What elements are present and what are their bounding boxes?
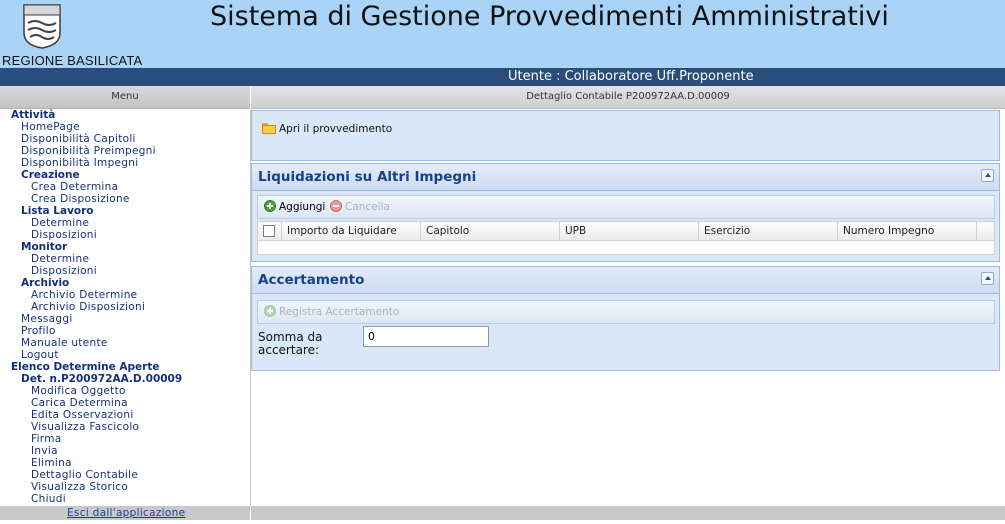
delete-button-label: Cancella: [345, 201, 390, 213]
column-importo[interactable]: Importo da Liquidare: [282, 222, 421, 240]
menu-item-profilo[interactable]: Profilo: [21, 325, 56, 337]
menu-item-disponibilita-preimpegni[interactable]: Disponibilità Preimpegni: [21, 145, 156, 157]
menu-item-archivio-determine[interactable]: Archivio Determine: [31, 289, 137, 301]
column-capitolo[interactable]: Capitolo: [421, 222, 560, 240]
collapse-icon[interactable]: [981, 169, 994, 182]
current-user-label: Utente : Collaboratore Uff.Proponente: [508, 69, 754, 84]
somma-label: Somma da accertare:: [258, 330, 323, 357]
liquidazioni-grid-body: [257, 241, 995, 255]
menu-item-disponibilita-capitoli[interactable]: Disponibilità Capitoli: [21, 133, 136, 145]
menu-item-lista-determine[interactable]: Determine: [31, 217, 89, 229]
menu-item-disponibilita-impegni[interactable]: Disponibilità Impegni: [21, 157, 138, 169]
column-spacer: [977, 222, 994, 240]
select-all-column: [258, 222, 282, 240]
menu-item-elimina[interactable]: Elimina: [31, 457, 72, 469]
open-document-button[interactable]: Apri il provvedimento: [262, 123, 392, 135]
accertamento-toolbar: Registra Accertamento: [257, 300, 995, 324]
app-title: Sistema di Gestione Provvedimenti Ammini…: [210, 1, 889, 32]
add-icon: [264, 200, 276, 212]
column-upb[interactable]: UPB: [560, 222, 699, 240]
accertamento-panel-header: Accertamento: [252, 267, 999, 294]
column-numero-impegno[interactable]: Numero Impegno: [838, 222, 977, 240]
menu-item-crea-determina[interactable]: Crea Determina: [31, 181, 118, 193]
region-name: REGIONE BASILICATA: [2, 53, 143, 68]
accertamento-panel: Accertamento Registra Accertamento Somma…: [251, 266, 1000, 371]
liquidazioni-panel-header: Liquidazioni su Altri Impegni: [252, 164, 999, 191]
menu-item-modifica-oggetto[interactable]: Modifica Oggetto: [31, 385, 126, 397]
menu-item-visualizza-fascicolo[interactable]: Visualizza Fascicolo: [31, 421, 139, 433]
menu-item-dettaglio-contabile[interactable]: Dettaglio Contabile: [31, 469, 138, 481]
open-document-panel: Apri il provvedimento: [251, 110, 1000, 161]
folder-icon: [262, 123, 277, 134]
menu-item-archivio-disposizioni[interactable]: Archivio Disposizioni: [31, 301, 145, 313]
menu-item-firma[interactable]: Firma: [31, 433, 62, 445]
add-icon: [264, 305, 276, 317]
menu-item-logout[interactable]: Logout: [21, 349, 59, 361]
register-accertamento-button[interactable]: Registra Accertamento: [264, 304, 399, 320]
menu-item-manuale-utente[interactable]: Manuale utente: [21, 337, 108, 349]
register-accertamento-label: Registra Accertamento: [279, 306, 400, 318]
menu-item-homepage[interactable]: HomePage: [21, 121, 80, 133]
open-document-label: Apri il provvedimento: [279, 123, 393, 135]
accertamento-title: Accertamento: [258, 272, 365, 288]
menu-item-monitor-determine[interactable]: Determine: [31, 253, 89, 265]
liquidazioni-toolbar: Aggiungi Cancella: [257, 195, 995, 219]
side-menu: Attività HomePage Disponibilità Capitoli…: [0, 109, 251, 506]
menu-section-lista-lavoro[interactable]: Lista Lavoro: [21, 205, 94, 217]
menu-item-messaggi[interactable]: Messaggi: [21, 313, 73, 325]
menu-item-chiudi[interactable]: Chiudi: [31, 493, 66, 505]
region-logo: [23, 4, 61, 49]
menu-item-lista-disposizioni[interactable]: Disposizioni: [31, 229, 97, 241]
menu-item-monitor-disposizioni[interactable]: Disposizioni: [31, 265, 97, 277]
content-header: Dettaglio Contabile P200972AA.D.00009: [251, 86, 1005, 109]
menu-item-edita-osservazioni[interactable]: Edita Osservazioni: [31, 409, 134, 421]
menu-section-determine-aperte[interactable]: Elenco Determine Aperte: [11, 361, 160, 373]
liquidazioni-panel: Liquidazioni su Altri Impegni Aggiungi C…: [251, 163, 1000, 262]
column-esercizio[interactable]: Esercizio: [699, 222, 838, 240]
somma-input[interactable]: [363, 326, 489, 347]
delete-icon: [330, 200, 342, 212]
app-header: REGIONE BASILICATA Sistema di Gestione P…: [0, 0, 1005, 68]
exit-application-link[interactable]: Esci dall'applicazione: [67, 506, 185, 520]
content-footer: [251, 506, 1005, 520]
menu-header: Menu: [0, 86, 250, 109]
menu-section-creazione[interactable]: Creazione: [21, 169, 80, 181]
liquidazioni-title: Liquidazioni su Altri Impegni: [258, 169, 477, 185]
menu-section-archivio[interactable]: Archivio: [21, 277, 69, 289]
add-button[interactable]: Aggiungi: [264, 199, 325, 215]
collapse-icon[interactable]: [981, 272, 994, 285]
menu-section-monitor[interactable]: Monitor: [21, 241, 67, 253]
delete-button[interactable]: Cancella: [330, 199, 390, 215]
liquidazioni-grid-header: Importo da Liquidare Capitolo UPB Eserci…: [257, 221, 995, 241]
menu-item-determina-corrente[interactable]: Det. n.P200972AA.D.00009: [21, 373, 182, 385]
add-button-label: Aggiungi: [279, 201, 326, 213]
menu-item-invia[interactable]: Invia: [31, 445, 58, 457]
select-all-checkbox[interactable]: [263, 225, 275, 237]
menu-item-carica-determina[interactable]: Carica Determina: [31, 397, 128, 409]
menu-item-crea-disposizione[interactable]: Crea Disposizione: [31, 193, 130, 205]
main-content: Apri il provvedimento Liquidazioni su Al…: [251, 109, 1005, 506]
user-bar: Utente : Collaboratore Uff.Proponente: [0, 68, 1005, 86]
menu-item-visualizza-storico[interactable]: Visualizza Storico: [31, 481, 128, 493]
menu-section-attivita[interactable]: Attività: [11, 109, 55, 121]
